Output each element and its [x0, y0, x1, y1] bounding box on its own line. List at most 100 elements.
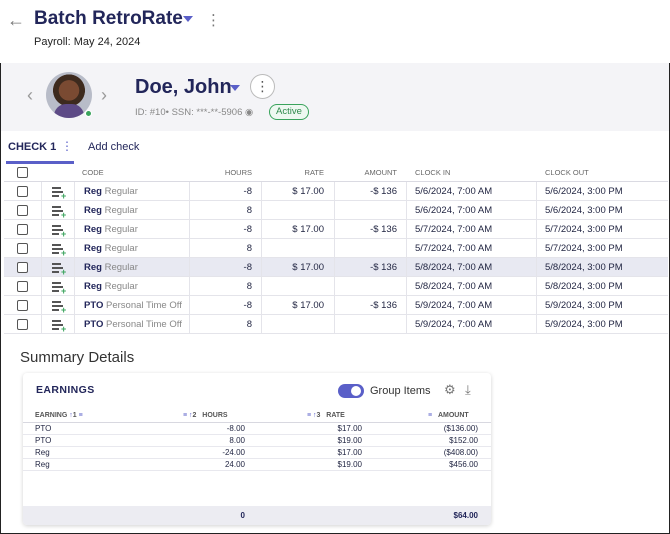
column-header-hours[interactable]: ≡ ↑2 HOURS [183, 408, 228, 423]
cell-clock-in: 5/6/2024, 7:00 AM [415, 205, 493, 216]
summary-title: Summary Details [20, 349, 135, 366]
row-checkbox[interactable] [17, 243, 28, 254]
row-checkbox[interactable] [17, 262, 28, 273]
employee-meta: ID: #10• SSN: ***-**-5906 ◉ [135, 107, 254, 118]
cell-earning: PTO [35, 436, 52, 445]
chevron-down-icon[interactable] [183, 16, 193, 22]
cell-amount: -$ 136 [370, 262, 397, 273]
column-header-rate[interactable]: ≡ ↑3 RATE [307, 408, 345, 423]
chevron-right-icon[interactable]: › [101, 85, 107, 106]
column-header-clock-in[interactable]: CLOCK IN [415, 164, 450, 181]
cell-clock-in: 5/8/2024, 7:00 AM [415, 262, 493, 273]
cell-hours: -24.00 [222, 448, 245, 457]
kebab-icon[interactable]: ⋮ [61, 139, 73, 153]
earnings-totals: 0 $64.00 [23, 506, 491, 525]
row-add-icon[interactable]: + [52, 186, 66, 201]
row-checkbox[interactable] [17, 300, 28, 311]
cell-code: Reg Regular [84, 281, 138, 292]
grid-header: CODE HOURS RATE AMOUNT CLOCK IN CLOCK OU… [4, 164, 668, 182]
column-header-code[interactable]: CODE [82, 164, 104, 181]
table-row[interactable]: + Reg Regular 8 5/7/2024, 7:00 AM 5/7/2024, … [4, 239, 668, 258]
filter-icon: ≡ [78, 412, 83, 419]
cell-rate: $19.00 [337, 436, 362, 445]
total-amount: $64.00 [453, 511, 478, 520]
cell-clock-out: 5/8/2024, 3:00 PM [545, 262, 623, 273]
cell-amount: -$ 136 [370, 186, 397, 197]
download-icon[interactable]: ⤓ [465, 382, 471, 398]
employee-band: ‹ › Doe, John ⋮ ID: #10• SSN: ***-**-590… [1, 63, 669, 131]
table-row[interactable]: + PTO Personal Time Off -8 $ 17.00 -$ 136 5/9… [4, 296, 668, 315]
earnings-row: PTO 8.00 $19.00 $152.00 [23, 435, 491, 447]
chevron-down-icon[interactable] [230, 85, 240, 91]
table-row[interactable]: + Reg Regular 8 5/6/2024, 7:00 AM 5/6/2024, … [4, 201, 668, 220]
row-checkbox[interactable] [17, 319, 28, 330]
earnings-table: EARNING ↑1 ≡ ≡ ↑2 HOURS ≡ ↑3 RATE ≡ AMOU… [23, 408, 491, 471]
column-header-hours[interactable]: HOURS [189, 164, 252, 181]
column-header-amount[interactable]: ≡ AMOUNT [428, 408, 469, 423]
column-header-earning[interactable]: EARNING ↑1 ≡ [35, 408, 83, 423]
column-header-rate[interactable]: RATE [261, 164, 324, 181]
row-checkbox[interactable] [17, 281, 28, 292]
table-row[interactable]: + PTO Personal Time Off 8 5/9/2024, 7:00 AM… [4, 315, 668, 334]
kebab-icon[interactable]: ⋮ [206, 11, 221, 29]
table-row[interactable]: + Reg Regular -8 $ 17.00 -$ 136 5/8/2024, 7:0… [4, 258, 668, 277]
row-add-icon[interactable]: + [52, 243, 66, 258]
cell-earning: Reg [35, 460, 50, 469]
cell-clock-in: 5/9/2024, 7:00 AM [415, 300, 493, 311]
cell-rate: $17.00 [337, 424, 362, 433]
table-row[interactable]: + Reg Regular -8 $ 17.00 -$ 136 5/7/2024, 7:0… [4, 220, 668, 239]
table-row[interactable]: + Reg Regular 8 5/8/2024, 7:00 AM 5/8/2024, … [4, 277, 668, 296]
row-checkbox[interactable] [17, 186, 28, 197]
cell-hours: 24.00 [224, 460, 245, 469]
cell-clock-in: 5/9/2024, 7:00 AM [415, 319, 493, 330]
eye-icon[interactable]: ◉ [245, 107, 253, 118]
cell-amount [334, 239, 397, 257]
row-add-icon[interactable]: + [52, 281, 66, 296]
cell-amount: -$ 136 [370, 224, 397, 235]
cell-rate: $19.00 [337, 460, 362, 469]
cell-amount: $152.00 [449, 436, 478, 445]
tab-check-1[interactable]: CHECK 1 [8, 141, 56, 153]
cell-hours: 8 [246, 319, 252, 330]
cell-amount [334, 277, 397, 295]
earnings-title: EARNINGS [36, 384, 95, 396]
gear-icon[interactable]: ⚙ [444, 382, 456, 398]
cell-clock-in: 5/7/2024, 7:00 AM [415, 224, 493, 235]
cell-clock-out: 5/9/2024, 3:00 PM [545, 319, 623, 330]
cell-code: Reg Regular [84, 262, 138, 273]
cell-clock-out: 5/7/2024, 3:00 PM [545, 243, 623, 254]
row-add-icon[interactable]: + [52, 205, 66, 220]
select-all-checkbox[interactable] [17, 167, 28, 178]
row-add-icon[interactable]: + [52, 224, 66, 239]
back-arrow-icon[interactable]: ← [7, 10, 25, 31]
page-header: ← Batch RetroRate ⋮ Payroll: May 24, 202… [0, 0, 670, 63]
column-header-amount[interactable]: AMOUNT [334, 164, 398, 181]
earnings-header: EARNING ↑1 ≡ ≡ ↑2 HOURS ≡ ↑3 RATE ≡ AMOU… [23, 408, 491, 423]
row-add-icon[interactable]: + [52, 319, 66, 334]
cell-clock-out: 5/6/2024, 3:00 PM [545, 205, 623, 216]
chevron-left-icon[interactable]: ‹ [27, 85, 33, 106]
row-add-icon[interactable]: + [52, 300, 66, 315]
cell-amount: -$ 136 [370, 300, 397, 311]
add-check-button[interactable]: Add check [88, 141, 139, 153]
column-header-clock-out[interactable]: CLOCK OUT [545, 164, 589, 181]
cell-hours: 8 [246, 281, 252, 292]
group-items-label: Group Items [370, 385, 431, 397]
row-checkbox[interactable] [17, 224, 28, 235]
cell-amount [334, 315, 397, 333]
earnings-card: EARNINGS Group Items ⚙ ⤓ EARNING ↑1 ≡ ≡ … [23, 373, 491, 525]
row-add-icon[interactable]: + [52, 262, 66, 277]
cell-hours: 8 [246, 205, 252, 216]
cell-earning: Reg [35, 448, 50, 457]
cell-code: Reg Regular [84, 224, 138, 235]
cell-amount: $456.00 [449, 460, 478, 469]
employee-name: Doe, John [135, 76, 232, 98]
cell-rate: $17.00 [337, 448, 362, 457]
employee-menu-button[interactable]: ⋮ [250, 74, 275, 99]
row-checkbox[interactable] [17, 205, 28, 216]
group-items-toggle[interactable] [338, 384, 364, 398]
cell-clock-in: 5/7/2024, 7:00 AM [415, 243, 493, 254]
table-row[interactable]: + Reg Regular -8 $ 17.00 -$ 136 5/6/2024, 7:0… [4, 182, 668, 201]
cell-hours: 8 [246, 243, 252, 254]
cell-clock-out: 5/7/2024, 3:00 PM [545, 224, 623, 235]
